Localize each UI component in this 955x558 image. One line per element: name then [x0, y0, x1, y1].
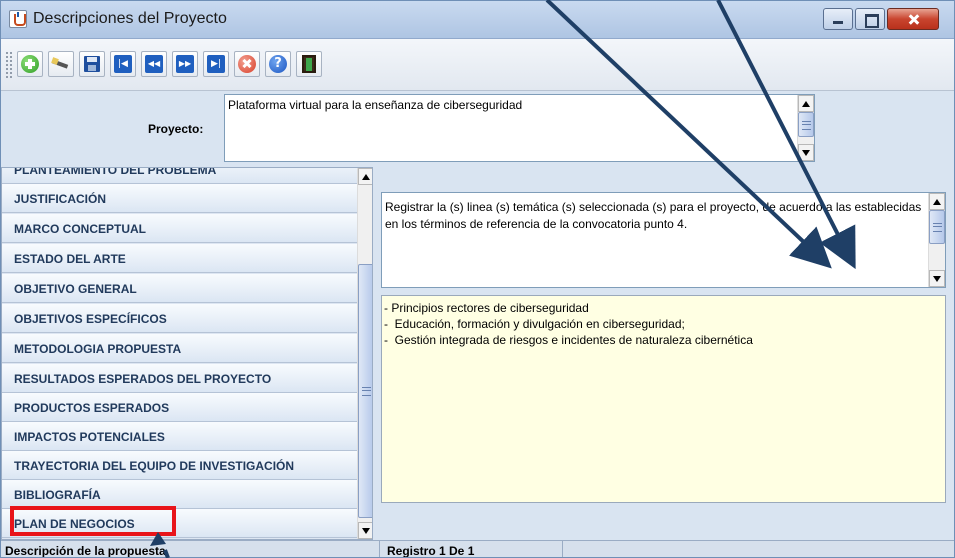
- project-scrollbar[interactable]: [797, 95, 814, 161]
- highlight-box: [10, 506, 176, 536]
- first-record-button[interactable]: [110, 51, 136, 77]
- help-icon: [269, 55, 287, 73]
- project-value[interactable]: Plataforma virtual para la enseñanza de …: [228, 98, 522, 112]
- add-icon: [21, 55, 39, 73]
- last-record-button[interactable]: [203, 51, 229, 77]
- title-bar[interactable]: Descripciones del Proyecto: [1, 1, 954, 39]
- content-line: - Educación, formación y divulgación en …: [384, 317, 685, 331]
- save-button[interactable]: [79, 51, 105, 77]
- first-icon: [114, 55, 132, 73]
- content-textarea[interactable]: - Principios rectores de ciberseguridad …: [381, 295, 946, 503]
- toolbar: [1, 39, 954, 91]
- last-icon: [207, 55, 225, 73]
- exit-button[interactable]: [296, 51, 322, 77]
- edit-button[interactable]: [48, 51, 74, 77]
- section-item[interactable]: IMPACTOS POTENCIALES: [2, 422, 357, 451]
- description-text: Registrar la (s) linea (s) temática (s) …: [385, 200, 922, 231]
- add-button[interactable]: [17, 51, 43, 77]
- scroll-up-arrow-icon[interactable]: [929, 193, 945, 210]
- description-scrollbar[interactable]: [928, 193, 945, 287]
- previous-record-button[interactable]: [141, 51, 167, 77]
- section-item[interactable]: TRAYECTORIA DEL EQUIPO DE INVESTIGACIÓN: [2, 451, 357, 480]
- section-item[interactable]: OBJETIVO GENERAL: [2, 274, 357, 303]
- project-label: Proyecto:: [148, 122, 204, 136]
- previous-icon: [145, 55, 163, 73]
- scroll-down-arrow-icon[interactable]: [358, 522, 372, 539]
- java-app-icon: [9, 10, 27, 28]
- window-title: Descripciones del Proyecto: [33, 10, 227, 27]
- project-row: Proyecto: Plataforma virtual para la ens…: [1, 92, 954, 167]
- content-line: - Principios rectores de ciberseguridad: [384, 301, 589, 315]
- section-item[interactable]: ESTADO DEL ARTE: [2, 244, 357, 273]
- content-line: - Gestión integrada de riesgos e inciden…: [384, 333, 753, 347]
- section-item[interactable]: BIBLIOGRAFÍA: [2, 480, 357, 509]
- maximize-button[interactable]: [855, 8, 885, 30]
- scroll-thumb[interactable]: [798, 112, 814, 137]
- section-item[interactable]: METODOLOGIA PROPUESTA: [2, 334, 357, 363]
- description-box[interactable]: Registrar la (s) linea (s) temática (s) …: [381, 192, 946, 288]
- sections-scrollbar[interactable]: [357, 168, 372, 539]
- minimize-button[interactable]: [823, 8, 853, 30]
- close-button[interactable]: [887, 8, 939, 30]
- edit-icon: [52, 58, 70, 70]
- project-textarea[interactable]: Plataforma virtual para la enseñanza de …: [224, 94, 815, 162]
- scroll-up-arrow-icon[interactable]: [358, 168, 372, 185]
- save-icon: [84, 56, 100, 72]
- section-item-planteamiento[interactable]: PLANTEAMIENTO DEL PROBLEMA: [2, 168, 357, 184]
- section-item[interactable]: OBJETIVOS ESPECÍFICOS: [2, 304, 357, 333]
- exit-icon: [302, 55, 316, 73]
- scroll-down-arrow-icon[interactable]: [929, 270, 945, 287]
- scroll-thumb[interactable]: [358, 264, 372, 518]
- delete-button[interactable]: [234, 51, 260, 77]
- status-bar: Descripción de la propuesta Registro 1 D…: [1, 540, 954, 558]
- help-button[interactable]: [265, 51, 291, 77]
- scroll-down-arrow-icon[interactable]: [798, 144, 814, 161]
- section-item[interactable]: MARCO CONCEPTUAL: [2, 214, 357, 243]
- status-description: Descripción de la propuesta: [5, 544, 166, 558]
- scroll-thumb[interactable]: [929, 210, 945, 244]
- next-record-button[interactable]: [172, 51, 198, 77]
- delete-icon: [238, 55, 256, 73]
- toolbar-grip[interactable]: [5, 51, 13, 79]
- section-item[interactable]: JUSTIFICACIÓN: [2, 184, 357, 213]
- sections-list: PLANTEAMIENTO DEL PROBLEMA JUSTIFICACIÓN…: [1, 167, 373, 540]
- main-window: Descripciones del Proyecto Proyecto: Pla…: [0, 0, 955, 558]
- status-record-counter: Registro 1 De 1: [387, 544, 475, 558]
- section-item[interactable]: RESULTADOS ESPERADOS DEL PROYECTO: [2, 364, 357, 393]
- scroll-up-arrow-icon[interactable]: [798, 95, 814, 112]
- section-item[interactable]: PRODUCTOS ESPERADOS: [2, 393, 357, 422]
- next-icon: [176, 55, 194, 73]
